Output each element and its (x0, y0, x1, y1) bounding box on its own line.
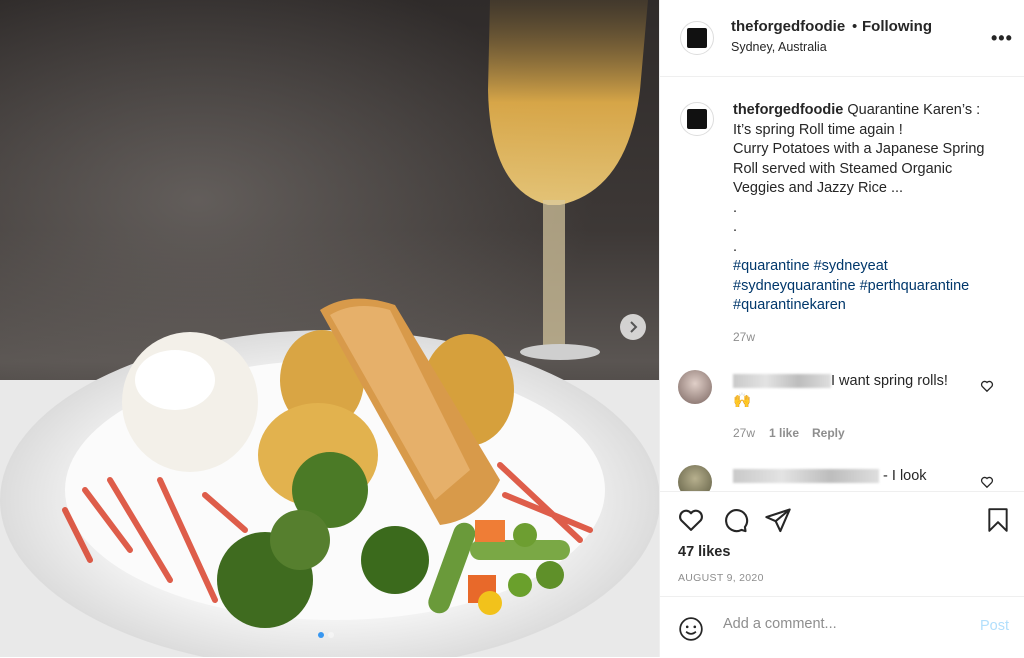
carousel-dot (328, 632, 334, 638)
blurred-username[interactable] (733, 374, 831, 389)
comment-text: I want spring rolls! (831, 373, 948, 389)
separator-dot: • (852, 18, 858, 35)
caption-line: Curry Potatoes with a Japanese Spring (733, 141, 985, 157)
comment-text: - I look (883, 468, 927, 484)
hashtag-line[interactable]: #quarantinekaren (733, 296, 1003, 316)
caption-timestamp[interactable]: 27w (733, 330, 755, 344)
comment-emoji: 🙌 (733, 393, 752, 409)
avatar[interactable] (680, 21, 714, 55)
post-comment-button[interactable]: Post (980, 618, 1009, 634)
username-link[interactable]: theforgedfoodie (731, 18, 845, 35)
post-date[interactable]: AUGUST 9, 2020 (678, 572, 764, 584)
caption-line: . (733, 199, 738, 216)
heart-icon[interactable] (980, 475, 994, 489)
caption-line: Veggies and Jazzy Rice ... (733, 180, 904, 196)
bookmark-icon[interactable] (985, 506, 1011, 534)
food-photo (0, 0, 659, 657)
hashtag-line[interactable]: #sydneyquarantine #perthquarantine (733, 277, 1003, 297)
comment-likes[interactable]: 1 like (769, 426, 799, 440)
comments-list[interactable]: theforgedfoodie Quarantine Karen’s : It’… (660, 77, 1024, 491)
brand-logo (687, 109, 707, 129)
smiley-icon[interactable] (678, 616, 704, 642)
caption-line: . (733, 238, 738, 255)
chevron-right-icon (630, 321, 638, 333)
comment-input[interactable] (721, 615, 965, 633)
comment-icon[interactable] (721, 506, 749, 534)
comment: - I look (733, 466, 927, 486)
like-count[interactable]: 47 likes (678, 544, 730, 560)
reply-button[interactable]: Reply (812, 426, 845, 440)
more-options-icon[interactable]: ••• (991, 28, 1013, 49)
comment: I want spring rolls! (733, 371, 948, 391)
carousel-indicator (318, 632, 334, 638)
heart-icon[interactable] (677, 506, 705, 534)
post-side-panel: theforgedfoodie • Following Sydney, Aust… (659, 0, 1024, 657)
carousel-dot (318, 632, 324, 638)
location-link[interactable]: Sydney, Australia (731, 40, 827, 54)
paper-plane-icon[interactable] (764, 506, 792, 534)
caption-line: It’s spring Roll time again ! (733, 121, 903, 138)
post-image[interactable] (0, 0, 659, 657)
brand-logo (687, 28, 707, 48)
blurred-username[interactable] (733, 469, 879, 484)
post-actions: 47 likes AUGUST 9, 2020 (660, 491, 1024, 596)
next-slide-button[interactable] (620, 314, 646, 340)
post-header: theforgedfoodie • Following Sydney, Aust… (660, 0, 1024, 77)
caption-line: Roll served with Steamed Organic (733, 160, 953, 177)
commenter-avatar[interactable] (678, 370, 712, 404)
following-button[interactable]: Following (862, 18, 932, 35)
add-comment-bar: Post (660, 596, 1024, 658)
commenter-avatar[interactable] (678, 465, 712, 491)
comment-timestamp[interactable]: 27w (733, 426, 755, 440)
heart-icon[interactable] (980, 379, 994, 393)
post-caption: theforgedfoodie Quarantine Karen’s : It’… (733, 101, 1003, 316)
avatar[interactable] (680, 102, 714, 136)
caption-username[interactable]: theforgedfoodie (733, 102, 843, 118)
caption-text: Quarantine Karen’s : (847, 102, 981, 118)
hashtag-line[interactable]: #quarantine #sydneyeat (733, 257, 1003, 277)
caption-line: . (733, 219, 738, 235)
